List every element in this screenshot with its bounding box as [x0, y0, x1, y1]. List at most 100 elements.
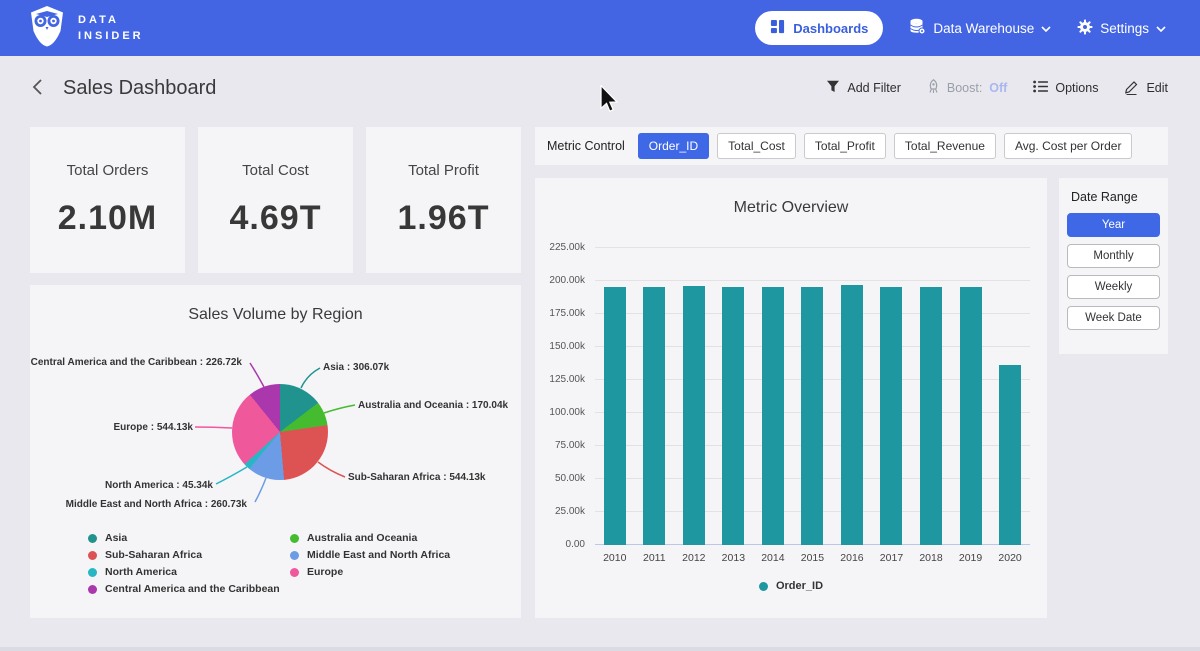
legend-label: Asia	[105, 532, 127, 544]
chevron-left-icon	[32, 78, 43, 99]
window-bottom-edge	[0, 647, 1200, 651]
legend-dot	[290, 568, 299, 577]
bar-2018[interactable]	[920, 287, 942, 545]
pie-label-asia: Asia : 306.07k	[323, 362, 389, 373]
kpi-value: 4.69T	[230, 199, 322, 238]
back-button[interactable]	[32, 78, 43, 99]
x-tick-label: 2011	[635, 552, 674, 564]
legend-label: Europe	[307, 566, 343, 578]
pencil-icon	[1124, 79, 1139, 98]
legend-item-north-america[interactable]: North America	[88, 566, 290, 578]
x-tick-label: 2012	[674, 552, 713, 564]
navbar-menu: Dashboards Data Warehouse	[755, 11, 1166, 45]
legend-item-central-america-and-the-caribbean[interactable]: Central America and the Caribbean	[88, 583, 290, 595]
date-range-option-week-date[interactable]: Week Date	[1067, 306, 1160, 330]
legend-item-middle-east-and-north-africa[interactable]: Middle East and North Africa	[290, 549, 450, 561]
pie-label-central-america-and-the-caribbean: Central America and the Caribbean : 226.…	[30, 357, 242, 368]
legend-dot	[88, 551, 97, 560]
x-tick-label: 2014	[753, 552, 792, 564]
x-tick-label: 2020	[991, 552, 1030, 564]
x-tick-label: 2010	[595, 552, 634, 564]
legend-dot	[290, 551, 299, 560]
bar-2013[interactable]	[722, 287, 744, 545]
metric-options-group: Order_ID Total_Cost Total_Profit Total_Reve…	[638, 133, 1133, 159]
dashboards-button[interactable]: Dashboards	[755, 11, 883, 45]
dashboard-grid-icon	[770, 19, 785, 37]
x-tick-label: 2019	[951, 552, 990, 564]
legend-label: Order_ID	[776, 580, 823, 592]
metric-option-total-revenue[interactable]: Total_Revenue	[894, 133, 996, 159]
kpi-value: 1.96T	[398, 199, 490, 238]
kpi-card-total-profit: Total Profit 1.96T	[366, 127, 521, 273]
metric-option-total-cost[interactable]: Total_Cost	[717, 133, 796, 159]
bar-2017[interactable]	[880, 287, 902, 545]
legend-label: Central America and the Caribbean	[105, 583, 280, 595]
metric-control-bar: Metric Control Order_ID Total_Cost Total_P…	[535, 127, 1168, 165]
add-filter-button[interactable]: Add Filter	[826, 80, 901, 96]
pie-label-north-america: North America : 45.34k	[30, 480, 213, 491]
metric-control-label: Metric Control	[547, 139, 625, 153]
bar-2015[interactable]	[801, 287, 823, 545]
y-tick-label: 25.00k	[539, 506, 585, 517]
chart-title: Metric Overview	[535, 199, 1047, 217]
edit-button[interactable]: Edit	[1124, 79, 1168, 98]
options-button[interactable]: Options	[1033, 80, 1098, 96]
legend-item-europe[interactable]: Europe	[290, 566, 450, 578]
y-tick-label: 100.00k	[539, 407, 585, 418]
bar-2012[interactable]	[683, 286, 705, 545]
date-range-panel: Date Range Year Monthly Weekly Week Date	[1059, 178, 1168, 354]
legend-dot	[88, 534, 97, 543]
bar-2010[interactable]	[604, 287, 626, 545]
header-tools: Add Filter Boost: Off	[826, 79, 1168, 98]
owl-logo-icon	[28, 5, 66, 52]
legend-label: Middle East and North Africa	[307, 549, 450, 561]
kpi-card-total-cost: Total Cost 4.69T	[198, 127, 353, 273]
pie-legend-column: Australia and Oceania Middle East and Nor…	[290, 532, 450, 600]
pie-legend: Asia Sub-Saharan Africa North America Centr…	[88, 532, 450, 600]
funnel-icon	[826, 80, 840, 96]
y-tick-label: 175.00k	[539, 308, 585, 319]
pie-area: Asia : 306.07k Australia and Oceania : 1…	[30, 331, 521, 546]
bar-2016[interactable]	[841, 285, 863, 545]
metric-option-total-profit[interactable]: Total_Profit	[804, 133, 886, 159]
metric-option-order-id[interactable]: Order_ID	[638, 133, 709, 159]
page-title: Sales Dashboard	[63, 77, 826, 100]
bars-group	[595, 248, 1030, 545]
pie-chart[interactable]	[232, 384, 328, 480]
legend-label: Australia and Oceania	[307, 532, 417, 544]
legend-dot	[88, 585, 97, 594]
pie-label-australia-and-oceania: Australia and Oceania : 170.04k	[358, 400, 508, 411]
list-options-icon	[1033, 80, 1048, 96]
app-window: DATA INSIDER Dashboards	[0, 0, 1200, 651]
legend-dot	[88, 568, 97, 577]
pie-label-sub-saharan-africa: Sub-Saharan Africa : 544.13k	[348, 472, 485, 483]
date-range-option-weekly[interactable]: Weekly	[1067, 275, 1160, 299]
bar-2011[interactable]	[643, 287, 665, 545]
boost-toggle[interactable]: Boost: Off	[927, 79, 1008, 97]
date-range-option-monthly[interactable]: Monthly	[1067, 244, 1160, 268]
brand-name: DATA INSIDER	[78, 12, 144, 45]
legend-item-asia[interactable]: Asia	[88, 532, 290, 544]
settings-menu[interactable]: Settings	[1077, 19, 1166, 38]
legend-item-australia-and-oceania[interactable]: Australia and Oceania	[290, 532, 450, 544]
top-navbar: DATA INSIDER Dashboards	[0, 0, 1200, 56]
data-warehouse-menu[interactable]: Data Warehouse	[909, 18, 1051, 38]
x-tick-label: 2015	[793, 552, 832, 564]
bar-2019[interactable]	[960, 287, 982, 545]
date-range-option-year[interactable]: Year	[1067, 213, 1160, 237]
y-tick-label: 0.00	[539, 539, 585, 550]
chevron-down-icon	[1156, 21, 1166, 36]
date-range-options: Year Monthly Weekly Week Date	[1067, 213, 1160, 330]
bar-chart-legend: Order_ID	[535, 580, 1047, 592]
date-range-label: Date Range	[1071, 190, 1160, 204]
brand-logo[interactable]: DATA INSIDER	[28, 5, 144, 52]
bar-2020[interactable]	[999, 365, 1021, 545]
metric-option-avg-cost-per-order[interactable]: Avg. Cost per Order	[1004, 133, 1133, 159]
bar-2014[interactable]	[762, 287, 784, 545]
x-axis: 2010201120122013201420152016201720182019…	[595, 552, 1030, 564]
kpi-label: Total Orders	[67, 162, 149, 179]
legend-label: Sub-Saharan Africa	[105, 549, 202, 561]
legend-item-sub-saharan-africa[interactable]: Sub-Saharan Africa	[88, 549, 290, 561]
kpi-label: Total Profit	[408, 162, 479, 179]
page-header: Sales Dashboard Add Filter Boost: Off	[0, 56, 1200, 120]
